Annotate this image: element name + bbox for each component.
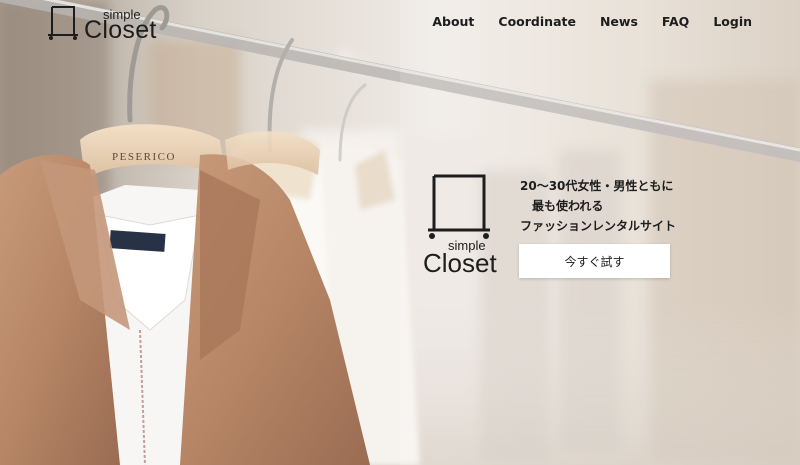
nav-faq[interactable]: FAQ: [662, 14, 689, 29]
clothes-rack-icon: [48, 6, 78, 40]
hero-tagline: 20〜30代女性・男性ともに 最も使われる ファッションレンタルサイト: [520, 176, 680, 236]
hero-logo: simple Closet: [420, 172, 502, 282]
nav-coordinate[interactable]: Coordinate: [498, 14, 576, 29]
tagline-line-1: 20〜30代女性・男性ともに: [520, 179, 674, 193]
hero-brand-closet-text: Closet: [423, 248, 497, 278]
top-navigation: About Coordinate News FAQ Login: [432, 14, 752, 29]
tagline-line-2: 最も使われる: [532, 199, 604, 213]
tagline-line-3: ファッションレンタルサイト: [520, 219, 677, 233]
clothing-rack-photo: PESERICO: [0, 0, 800, 465]
hero-background: PESERICO: [0, 0, 800, 465]
nav-news[interactable]: News: [600, 14, 638, 29]
header-logo[interactable]: simple Closet: [48, 5, 168, 43]
brand-closet-text: Closet: [84, 16, 157, 44]
try-now-button[interactable]: 今すぐ試す: [519, 244, 670, 278]
nav-about[interactable]: About: [432, 14, 474, 29]
clothes-rack-icon: [428, 174, 490, 239]
hanger-brand-text: PESERICO: [112, 151, 176, 163]
nav-login[interactable]: Login: [713, 14, 752, 29]
